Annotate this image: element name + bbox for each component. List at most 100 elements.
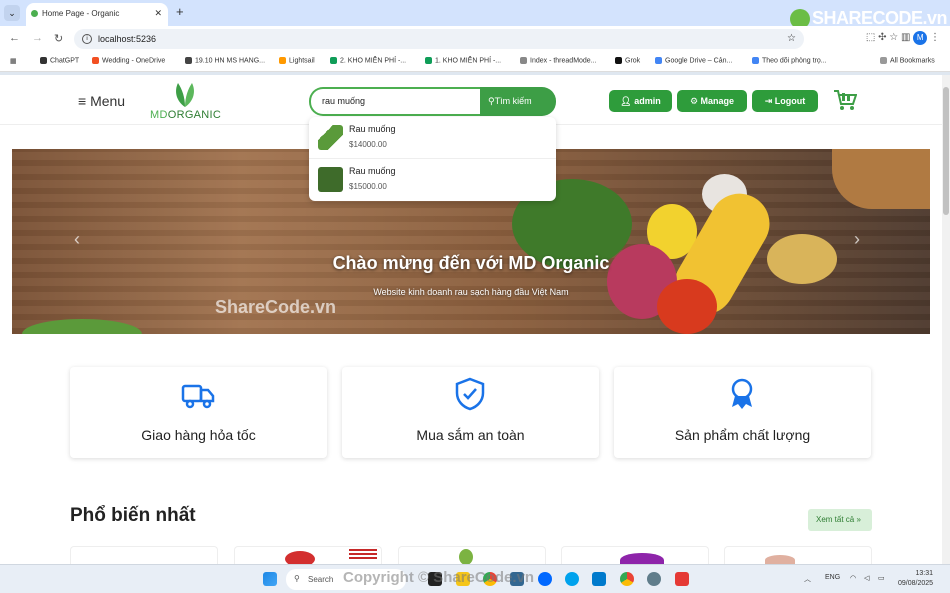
popular-section-title: Phổ biến nhất [70,505,196,526]
gear-icon: ⚙ [689,96,699,106]
cabbage-image [620,553,664,564]
bookmarks-icon[interactable]: ☆ [889,32,898,43]
settings-icon[interactable] [647,572,661,586]
close-tab-icon[interactable]: ✕ [154,8,162,19]
bookmark-item[interactable]: 19.10 HN MS HANG... [185,57,265,64]
clock-date: 09/08/2025 [898,580,934,587]
windows-start-icon[interactable] [263,572,277,586]
bookmark-item[interactable]: 1. KHO MIỄN PHÍ -... [425,57,501,64]
sharecode-logo-text: SHARECODE.vn [812,8,948,28]
flag-image [349,549,377,559]
product-thumbnail [318,125,343,150]
product-card[interactable] [398,546,546,564]
language-indicator[interactable]: ENG [825,574,840,581]
user-icon: 👤︎ [620,96,632,106]
all-bookmarks-item[interactable]: All Bookmarks [880,57,935,64]
feature-card-quality: Sản phẩm chất lượng [614,367,871,458]
bookmark-item[interactable]: Index - threadMode... [520,57,597,64]
feature-card-safe: Mua sắm an toàn [342,367,599,458]
suggestion-price: $14000.00 [349,140,387,149]
banner-subtitle: Website kinh doanh rau sạch hàng đầu Việ… [373,287,569,297]
search-icon: ⚲ [294,574,300,583]
toolbar-icons: ⬚ ✣ ☆ ▥ M ⋮ [866,31,940,45]
see-all-link[interactable]: Xem tất cả » [808,509,872,531]
logo-text: MDORGANIC [150,109,222,121]
app-icon[interactable] [565,572,579,586]
feature-card-delivery: Giao hàng hỏa tốc [70,367,327,458]
more-menu-icon[interactable]: ⋮ [930,32,940,43]
feature-label: Sản phẩm chất lượng [674,427,811,443]
tab-list-button[interactable]: ⌄ [4,5,20,21]
bookmark-item[interactable]: Google Drive – Cản... [655,57,732,64]
banner-title: Chào mừng đến với MD Organic [332,253,610,273]
vscode-icon[interactable] [592,572,606,586]
wifi-icon[interactable]: ◠ [850,574,856,582]
reload-icon[interactable]: ↻ [54,32,63,45]
suggestion-name: Rau muống [349,166,396,176]
bookmark-item[interactable]: Wedding - OneDrive [92,57,165,64]
product-card[interactable] [561,546,709,564]
address-bar-row: ← → ↻ i localhost:5236 ☆ ⬚ ✣ ☆ ▥ M ⋮ [0,26,950,52]
bookmark-item[interactable]: Lightsail [279,57,315,64]
battery-icon[interactable]: ▭ [878,574,885,582]
suggestion-price: $15000.00 [349,182,387,191]
scrollbar-thumb[interactable] [943,87,949,215]
system-clock[interactable]: 13:31 09/08/2025 [898,569,933,589]
bookmark-item[interactable]: Grok [615,57,640,64]
back-icon[interactable]: ← [9,32,20,44]
url-field[interactable]: i localhost:5236 ☆ [74,29,804,49]
bookmark-item[interactable]: 2. KHO MIỄN PHÍ -... [330,57,406,64]
site-info-icon[interactable]: i [82,34,92,44]
snipping-tool-icon[interactable] [675,572,689,586]
suggestion-item[interactable]: Rau muống $15000.00 [309,159,556,201]
tab-title: Home Page - Organic [42,9,120,18]
bookmark-item[interactable]: Theo dõi phòng trọ... [752,57,827,64]
manage-button[interactable]: ⚙ Manage [677,90,747,112]
bookmark-star-icon[interactable]: ☆ [787,33,796,44]
feature-label: Giao hàng hỏa tốc [141,427,256,443]
product-image [765,555,795,564]
search-input[interactable]: rau muống [309,87,481,116]
carousel-prev-icon[interactable]: ‹ [74,229,80,250]
shield-check-icon [455,377,485,411]
suggestion-name: Rau muống [349,124,396,134]
sidepanel-icon[interactable]: ▥ [901,32,910,43]
product-thumbnail [318,167,343,192]
search-suggestions: Rau muống $14000.00 Rau muống $15000.00 [309,117,556,201]
volume-icon[interactable]: ◁ [864,574,869,582]
chrome-profile-icon[interactable] [620,572,634,586]
profile-avatar[interactable]: M [913,31,928,45]
zalo-icon[interactable] [538,572,552,586]
truck-icon [181,384,215,409]
product-card[interactable] [234,546,382,564]
website-viewport: ≡ Menu MDORGANIC rau muống ⚲Tìm kiếm 👤︎ … [0,75,942,564]
menu-button[interactable]: ≡ Menu [78,93,125,109]
url-text: localhost:5236 [98,34,157,44]
apple-image [285,551,315,564]
cart-icon[interactable] [833,89,857,111]
product-card[interactable] [724,546,872,564]
forward-icon[interactable]: → [32,32,43,44]
search-button[interactable]: ⚲Tìm kiếm [480,87,556,116]
feature-label: Mua sắm an toàn [416,427,525,443]
copyright-watermark: Copyright © ShareCode.vn [343,569,535,586]
page-scrollbar[interactable] [942,75,950,564]
clock-time: 13:31 [915,570,934,577]
watermark-text: ShareCode.vn [215,297,337,317]
site-logo[interactable]: MDORGANIC [150,83,222,123]
new-tab-button[interactable]: + [176,4,184,19]
admin-button[interactable]: 👤︎ admin [609,90,672,112]
tray-chevron-icon[interactable]: ︿ [804,574,811,584]
extensions-puzzle-icon[interactable]: ✣ [878,32,886,43]
os-taskbar: ⚲ Search Copyright © ShareCode.vn ︿ ENG ◠… [0,564,950,593]
suggestion-item[interactable]: Rau muống $14000.00 [309,117,556,159]
tab-active[interactable]: Home Page - Organic ✕ [26,3,168,26]
bookmark-item[interactable]: ChatGPT [40,57,79,64]
browser-chrome: ⌄ Home Page - Organic ✕ + SHARECODE.vn ←… [0,0,950,75]
logout-button[interactable]: ⇥ Logout [752,90,818,112]
apps-grid-icon[interactable]: ▦ [10,57,17,65]
extension-icon[interactable]: ⬚ [866,32,875,43]
product-card[interactable] [70,546,218,564]
cutting-board-image [832,149,930,209]
carousel-next-icon[interactable]: › [854,229,860,250]
